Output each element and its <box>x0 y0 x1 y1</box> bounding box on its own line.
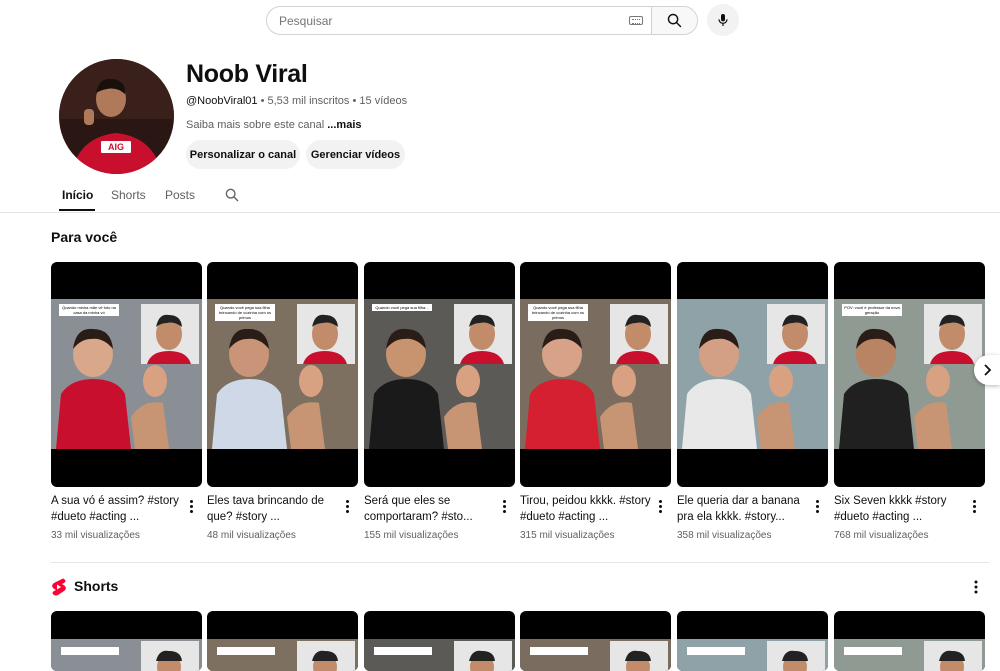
customize-channel-button[interactable]: Personalizar o canal <box>186 140 300 169</box>
short-card[interactable] <box>834 611 985 671</box>
short-thumbnail <box>364 639 515 671</box>
video-card[interactable]: Quando você pega sua filha brincando de … <box>207 262 358 541</box>
more-vert-icon <box>974 580 978 594</box>
thumbnail-caption: Quando você pega sua filha brincando de … <box>528 304 588 321</box>
channel-about-link[interactable]: Saiba mais sobre este canal ...mais <box>186 119 362 131</box>
video-title[interactable]: A sua vó é assim? #story #dueto #acting … <box>51 493 183 525</box>
video-menu-button[interactable] <box>659 500 663 514</box>
voice-search-button[interactable] <box>707 4 739 36</box>
video-count: 15 vídeos <box>359 95 408 107</box>
thumbnail-image <box>364 299 515 449</box>
short-card[interactable] <box>51 611 202 671</box>
video-thumbnail[interactable]: POV: você é professor da nova geração <box>834 262 985 487</box>
short-thumbnail <box>520 639 671 671</box>
search-input[interactable] <box>279 13 609 28</box>
video-card[interactable]: Quando você pega sua filha... Será que e… <box>364 262 515 541</box>
short-caption-box <box>687 647 745 655</box>
about-more[interactable]: ...mais <box>327 119 361 131</box>
thumbnail-caption: Quando você pega sua filha brincando de … <box>215 304 275 321</box>
video-menu-button[interactable] <box>973 500 977 514</box>
video-menu-button[interactable] <box>816 500 820 514</box>
short-caption-box <box>530 647 588 655</box>
channel-avatar[interactable]: AIG <box>59 59 174 174</box>
video-card[interactable]: Ele queria dar a banana pra ela kkkk. #s… <box>677 262 828 541</box>
microphone-icon <box>718 14 728 26</box>
video-menu-button[interactable] <box>503 500 507 514</box>
active-tab-indicator <box>59 209 95 211</box>
short-card[interactable] <box>677 611 828 671</box>
video-title[interactable]: Tirou, peidou kkkk. #story #dueto #actin… <box>520 493 652 525</box>
about-text: Saiba mais sobre este canal <box>186 119 325 131</box>
thumbnail-image <box>520 299 671 449</box>
short-caption-box <box>217 647 275 655</box>
short-thumbnail <box>207 639 358 671</box>
video-title[interactable]: Six Seven kkkk #story #dueto #acting ... <box>834 493 966 525</box>
video-title[interactable]: Será que eles se comportaram? #sto... <box>364 493 496 525</box>
search-bar <box>266 6 698 35</box>
search-icon <box>667 13 682 28</box>
thumbnail-caption: Quando minha mãe vê foto na casa da minh… <box>59 304 119 316</box>
chevron-right-icon <box>984 364 992 376</box>
subscriber-count: 5,53 mil inscritos <box>267 95 350 107</box>
video-card[interactable]: Quando minha mãe vê foto na casa da minh… <box>51 262 202 541</box>
video-thumbnail[interactable]: Quando você pega sua filha brincando de … <box>520 262 671 487</box>
section-divider <box>51 562 989 563</box>
video-card[interactable]: Quando você pega sua filha brincando de … <box>520 262 671 541</box>
short-card[interactable] <box>364 611 515 671</box>
shorts-menu-button[interactable] <box>974 580 978 599</box>
short-card[interactable] <box>207 611 358 671</box>
thumbnail-image <box>51 299 202 449</box>
video-menu-button[interactable] <box>190 500 194 514</box>
video-thumbnail[interactable]: Quando você pega sua filha brincando de … <box>207 262 358 487</box>
channel-search-icon[interactable] <box>224 187 240 208</box>
video-thumbnail[interactable] <box>677 262 828 487</box>
video-thumbnail[interactable]: Quando minha mãe vê foto na casa da minh… <box>51 262 202 487</box>
top-bar <box>0 0 1000 40</box>
search-button[interactable] <box>651 7 697 34</box>
short-caption-box <box>61 647 119 655</box>
short-card[interactable] <box>520 611 671 671</box>
video-title[interactable]: Eles tava brincando de que? #story ... <box>207 493 339 525</box>
tab-shorts[interactable]: Shorts <box>111 188 146 202</box>
video-views: 768 mil visualizações <box>834 530 929 541</box>
thumbnail-image <box>834 299 985 449</box>
section-title-shorts: Shorts <box>74 578 119 594</box>
short-caption-box <box>844 647 902 655</box>
channel-tabs: Início Shorts Posts <box>0 178 1000 213</box>
svg-text:AIG: AIG <box>108 142 124 152</box>
short-thumbnail <box>51 639 202 671</box>
carousel-next-button[interactable] <box>974 355 1000 385</box>
video-views: 358 mil visualizações <box>677 530 772 541</box>
search-field[interactable] <box>267 7 651 34</box>
short-caption-box <box>374 647 432 655</box>
channel-name: Noob Viral <box>186 60 308 88</box>
short-thumbnail <box>834 639 985 671</box>
video-menu-button[interactable] <box>346 500 350 514</box>
video-views: 315 mil visualizações <box>520 530 615 541</box>
video-views: 48 mil visualizações <box>207 530 296 541</box>
thumbnail-caption: POV: você é professor da nova geração <box>842 304 902 316</box>
keyboard-icon[interactable] <box>629 16 643 25</box>
separator-dot: • <box>260 95 268 107</box>
thumbnail-image <box>207 299 358 449</box>
thumbnail-image <box>677 299 828 449</box>
channel-handle: @NoobViral01 <box>186 95 258 107</box>
manage-videos-button[interactable]: Gerenciar vídeos <box>306 140 405 169</box>
video-views: 155 mil visualizações <box>364 530 459 541</box>
tab-posts[interactable]: Posts <box>165 188 195 202</box>
shorts-icon <box>51 578 67 601</box>
section-title-for-you: Para você <box>51 229 118 245</box>
tab-inicio[interactable]: Início <box>62 188 93 202</box>
video-thumbnail[interactable]: Quando você pega sua filha... <box>364 262 515 487</box>
video-views: 33 mil visualizações <box>51 530 140 541</box>
channel-meta: @NoobViral01 • 5,53 mil inscritos • 15 v… <box>186 95 407 107</box>
short-thumbnail <box>677 639 828 671</box>
video-card[interactable]: POV: você é professor da nova geração Si… <box>834 262 985 541</box>
thumbnail-caption: Quando você pega sua filha... <box>372 304 432 311</box>
video-title[interactable]: Ele queria dar a banana pra ela kkkk. #s… <box>677 493 809 525</box>
